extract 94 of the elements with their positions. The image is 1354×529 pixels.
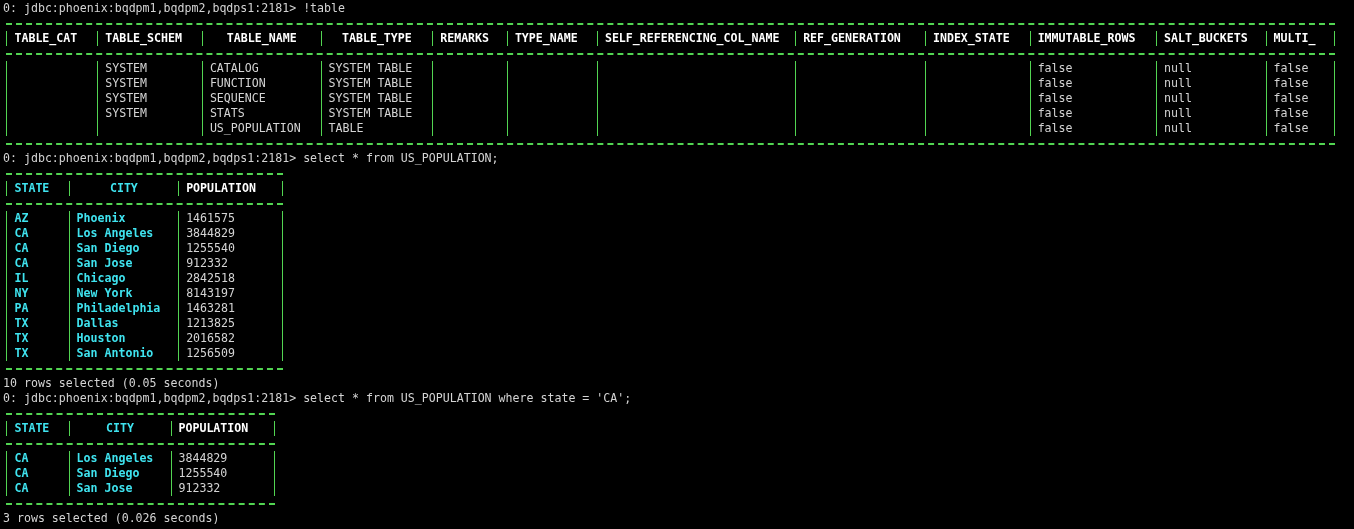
table-cell: TX: [6, 346, 69, 361]
table-cell: SEQUENCE: [201, 91, 321, 106]
table-cell: 1213825: [178, 316, 283, 331]
table-cell: AZ: [6, 211, 69, 226]
column-header: TYPE_NAME: [506, 31, 597, 46]
column-header: SALT_BUCKETS: [1156, 31, 1266, 46]
table-cell: 912332: [178, 256, 283, 271]
column-header: TABLE_NAME: [201, 31, 321, 46]
table-cell: 2016582: [178, 331, 283, 346]
column-header: POPULATION: [170, 421, 276, 436]
table-cell: San Diego: [68, 241, 179, 256]
column-header: STATE: [6, 181, 69, 196]
column-header: IMMUTABLE_ROWS: [1029, 31, 1156, 46]
table-cell: TX: [6, 316, 69, 331]
table-cell: Philadelphia: [68, 301, 179, 316]
table-cell: San Antonio: [68, 346, 179, 361]
table-cell: null: [1156, 76, 1266, 91]
table-cell: CA: [6, 451, 69, 466]
table-cell: false: [1029, 61, 1156, 76]
table-cell: 3844829: [178, 226, 283, 241]
table-cell: 8143197: [178, 286, 283, 301]
table-cell: 1255540: [178, 241, 283, 256]
table-cell: FUNCTION: [201, 76, 321, 91]
table-cell: 1256509: [178, 346, 283, 361]
command-text: select * from US_POPULATION where state = 'CA';: [303, 391, 632, 406]
column-header: CITY: [68, 421, 171, 436]
table-cell: 2842518: [178, 271, 283, 286]
table-cell: San Diego: [68, 466, 171, 481]
column-header: TABLE_CAT: [6, 31, 98, 46]
table-cell: Phoenix: [68, 211, 179, 226]
column-header: TABLE_TYPE: [320, 31, 433, 46]
table-cell: SYSTEM: [97, 91, 202, 106]
shell-prompt: 0: jdbc:phoenix:bqdpm1,bqdpm2,bqdps1:2181>: [3, 391, 297, 406]
command-text: !table: [303, 1, 346, 16]
table-cell: false: [1265, 61, 1336, 76]
table-cell: false: [1265, 76, 1336, 91]
table-cell: SYSTEM TABLE: [320, 61, 433, 76]
table-cell: 1461575: [178, 211, 283, 226]
table-cell: false: [1029, 91, 1156, 106]
table-cell: CA: [6, 226, 69, 241]
column-header: SELF_REFERENCING_COL_NAME: [596, 31, 796, 46]
table-cell: CATALOG: [201, 61, 321, 76]
table-cell: NY: [6, 286, 69, 301]
table-cell: 912332: [170, 481, 276, 496]
table-cell: STATS: [201, 106, 321, 121]
table-cell: 1463281: [178, 301, 283, 316]
column-header: INDEX_STATE: [925, 31, 1030, 46]
table-cell: false: [1265, 91, 1336, 106]
table-cell: New York: [68, 286, 179, 301]
table-cell: false: [1265, 121, 1336, 136]
column-header: POPULATION: [178, 181, 283, 196]
table-cell: Chicago: [68, 271, 179, 286]
table-cell: TX: [6, 331, 69, 346]
table-cell: Houston: [68, 331, 179, 346]
table-cell: false: [1265, 106, 1336, 121]
table-cell: IL: [6, 271, 69, 286]
table-cell: SYSTEM: [97, 76, 202, 91]
table-cell: Los Angeles: [68, 451, 171, 466]
table-cell: SYSTEM: [97, 106, 202, 121]
shell-prompt: 0: jdbc:phoenix:bqdpm1,bqdpm2,bqdps1:2181>: [3, 1, 297, 16]
status-message: 10 rows selected (0.05 seconds): [3, 376, 220, 391]
table-cell: CA: [6, 466, 69, 481]
table-cell: PA: [6, 301, 69, 316]
table-cell: CA: [6, 241, 69, 256]
table-cell: SYSTEM TABLE: [320, 76, 433, 91]
table-cell: SYSTEM TABLE: [320, 106, 433, 121]
table-cell: null: [1156, 121, 1266, 136]
shell-prompt: 0: jdbc:phoenix:bqdpm1,bqdpm2,bqdps1:2181>: [3, 151, 297, 166]
command-text: select * from US_POPULATION;: [303, 151, 499, 166]
table-cell: San Jose: [68, 481, 171, 496]
column-header: STATE: [6, 421, 69, 436]
column-header: REMARKS: [432, 31, 507, 46]
column-header: REF_GENERATION: [795, 31, 925, 46]
table-cell: null: [1156, 106, 1266, 121]
table-cell: SYSTEM TABLE: [320, 91, 433, 106]
table-cell: null: [1156, 91, 1266, 106]
table-cell: null: [1156, 61, 1266, 76]
table-cell: Dallas: [68, 316, 179, 331]
table-cell: false: [1029, 106, 1156, 121]
table-cell: TABLE: [320, 121, 433, 136]
column-header: CITY: [68, 181, 179, 196]
table-cell: SYSTEM: [97, 61, 202, 76]
table-cell: false: [1029, 76, 1156, 91]
table-cell: CA: [6, 481, 69, 496]
status-message: 3 rows selected (0.026 seconds): [3, 511, 220, 526]
column-header: TABLE_SCHEM: [97, 31, 202, 46]
column-header: MULTI_: [1265, 31, 1336, 46]
table-cell: US_POPULATION: [201, 121, 321, 136]
table-cell: Los Angeles: [68, 226, 179, 241]
table-cell: CA: [6, 256, 69, 271]
table-cell: San Jose: [68, 256, 179, 271]
table-cell: false: [1029, 121, 1156, 136]
table-cell: 3844829: [170, 451, 276, 466]
table-cell: 1255540: [170, 466, 276, 481]
